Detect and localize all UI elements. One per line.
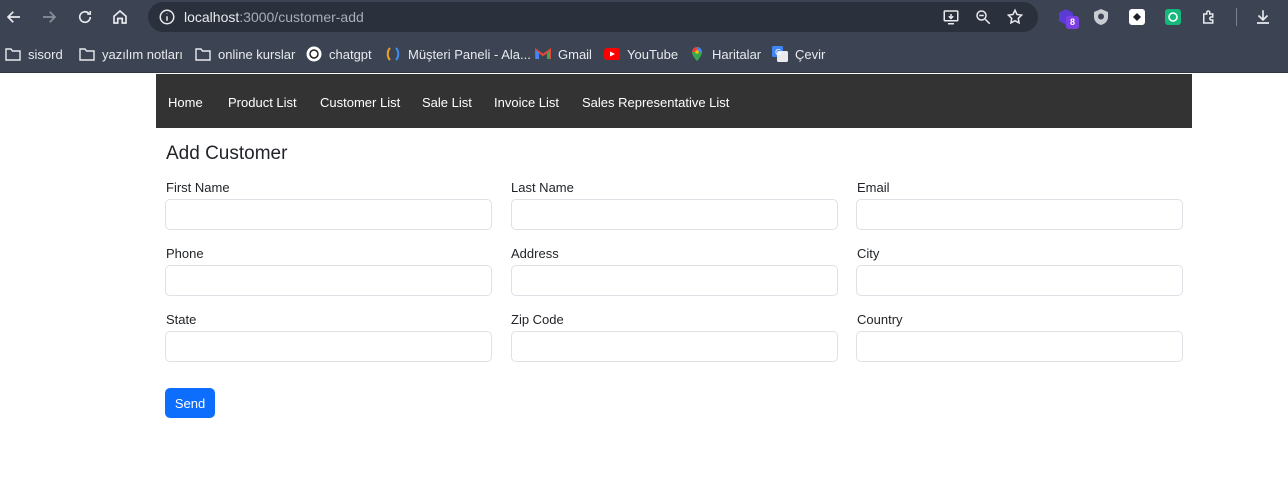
extension-badge: 8 (1066, 16, 1079, 29)
phone-input[interactable] (165, 265, 492, 296)
email-label: Email (857, 180, 890, 195)
toolbar-divider (1236, 8, 1237, 26)
first-name-label: First Name (166, 180, 230, 195)
nav-invoice-list[interactable]: Invoice List (494, 95, 559, 110)
bookmark-label: Gmail (558, 46, 592, 62)
city-input[interactable] (856, 265, 1183, 296)
panel-icon (385, 46, 401, 62)
city-label: City (857, 246, 880, 261)
chatgpt-icon (306, 46, 322, 62)
bookmark-label: YouTube (627, 46, 679, 62)
youtube-icon (604, 46, 620, 62)
folder-icon (5, 46, 21, 62)
country-label: Country (857, 312, 903, 327)
bookmark-label: sisord (28, 46, 63, 62)
state-label: State (166, 312, 197, 327)
nav-home[interactable]: Home (168, 95, 203, 110)
bookmark-cevir[interactable]: G Çevir (772, 45, 825, 63)
bookmark-chatgpt[interactable]: chatgpt (306, 45, 372, 63)
zip-code-input[interactable] (511, 331, 838, 362)
phone-label: Phone (166, 246, 204, 261)
zip-code-label: Zip Code (511, 312, 564, 327)
bookmark-gmail[interactable]: Gmail (535, 45, 592, 63)
forward-icon[interactable] (36, 4, 62, 30)
reload-icon[interactable] (72, 4, 98, 30)
home-icon[interactable] (107, 4, 133, 30)
bookmark-label: online kurslar (218, 46, 296, 62)
nav-product-list[interactable]: Product List (228, 95, 297, 110)
page-title: Add Customer (166, 143, 288, 164)
nav-sales-representative-list[interactable]: Sales Representative List (582, 95, 729, 110)
bookmark-star-icon[interactable] (1006, 8, 1024, 26)
url-text[interactable]: localhost:3000/customer-add (184, 9, 364, 25)
bookmark-haritalar[interactable]: Haritalar (689, 45, 761, 63)
svg-text:G: G (775, 48, 781, 57)
nav-sale-list[interactable]: Sale List (422, 95, 472, 110)
address-label: Address (511, 246, 559, 261)
extensions-puzzle-icon[interactable] (1200, 8, 1218, 26)
folder-icon (79, 46, 95, 62)
download-icon[interactable] (1254, 8, 1272, 26)
back-icon[interactable] (1, 4, 27, 30)
main-navbar: Home Product List Customer List Sale Lis… (156, 74, 1192, 128)
bookmark-label: yazılım notları (102, 46, 183, 62)
bookmark-sisord[interactable]: sisord (5, 45, 63, 63)
nav-customer-list[interactable]: Customer List (320, 95, 400, 110)
bookmark-online-kurslar[interactable]: online kurslar (195, 45, 295, 63)
bookmark-label: Haritalar (712, 46, 762, 62)
country-input[interactable] (856, 331, 1183, 362)
zoom-icon[interactable] (974, 8, 992, 26)
install-app-icon[interactable] (942, 8, 960, 26)
shield-extension-icon[interactable] (1092, 8, 1110, 26)
bookmark-youtube[interactable]: YouTube (604, 45, 678, 63)
gmail-icon (535, 46, 551, 62)
last-name-input[interactable] (511, 199, 838, 230)
maps-icon (689, 46, 705, 62)
bookmark-label: chatgpt (329, 46, 372, 62)
send-button[interactable]: Send (165, 388, 215, 418)
site-info-icon[interactable] (158, 8, 176, 26)
first-name-input[interactable] (165, 199, 492, 230)
dark-extension-icon[interactable] (1128, 8, 1146, 26)
url-host: localhost (184, 9, 240, 25)
address-input[interactable] (511, 265, 838, 296)
translate-icon: G (772, 46, 788, 62)
browser-toolbar: localhost:3000/customer-add 8 (0, 0, 1288, 34)
last-name-label: Last Name (511, 180, 574, 195)
bookmarks-bar: sisord yazılım notları online kurslar ch… (0, 34, 1288, 73)
address-bar[interactable]: localhost:3000/customer-add (148, 2, 1038, 32)
bookmark-musteri-paneli[interactable]: Müşteri Paneli - Ala... (385, 45, 531, 63)
state-input[interactable] (165, 331, 492, 362)
bookmark-yazilim-notlari[interactable]: yazılım notları (79, 45, 183, 63)
bookmark-label: Çevir (795, 46, 826, 62)
url-path: :3000/customer-add (239, 9, 364, 25)
folder-icon (195, 46, 211, 62)
green-extension-icon[interactable] (1164, 8, 1182, 26)
bookmark-label: Müşteri Paneli - Ala... (408, 46, 531, 62)
email-input[interactable] (856, 199, 1183, 230)
